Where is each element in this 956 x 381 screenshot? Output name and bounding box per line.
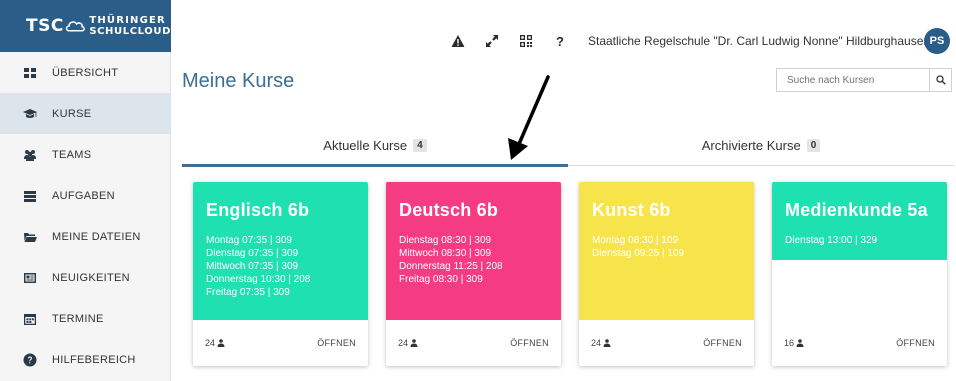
open-course-button[interactable]: ÖFFNEN bbox=[317, 338, 356, 348]
course-card-header: Englisch 6b Montag 07:35 | 309 Dienstag … bbox=[193, 182, 368, 320]
users-icon bbox=[23, 148, 37, 162]
logo-abbr: TSC bbox=[26, 16, 64, 36]
course-card-header: Deutsch 6b Dienstag 08:30 | 309 Mittwoch… bbox=[386, 182, 561, 320]
schedule-entry: Dienstag 13:00 | 329 bbox=[785, 235, 878, 246]
qr-code-icon[interactable] bbox=[518, 33, 534, 49]
course-schedule: Dienstag 13:00 | 329 bbox=[785, 234, 934, 247]
course-card-footer: 24 ÖFFNEN bbox=[579, 320, 754, 366]
calendar-icon bbox=[23, 312, 37, 326]
member-count: 24 bbox=[398, 338, 418, 348]
course-card-footer: 24 ÖFFNEN bbox=[193, 320, 368, 366]
annotation-arrow-icon bbox=[508, 75, 550, 160]
schedule-entry: Mittwoch 07:35 | 309 bbox=[206, 261, 299, 272]
sidebar-item-label: TERMINE bbox=[52, 312, 104, 325]
sidebar-item-meine-dateien[interactable]: MEINE DATEIEN bbox=[0, 216, 171, 257]
schedule-entry: Freitag 08:30 | 309 bbox=[399, 274, 483, 285]
schedule-entry: Freitag 07:35 | 309 bbox=[206, 287, 290, 298]
sidebar-item-teams[interactable]: TEAMS bbox=[0, 134, 171, 175]
sidebar-item-label: TEAMS bbox=[52, 148, 92, 161]
tab-count-badge: 4 bbox=[413, 139, 427, 152]
sidebar-item-label: ÜBERSICHT bbox=[52, 66, 119, 79]
member-count: 16 bbox=[784, 338, 804, 348]
logo[interactable]: TSC THÜRINGER SCHULCLOUD bbox=[0, 0, 171, 52]
user-icon bbox=[217, 339, 225, 347]
schedule-entry: Mittwoch 08:30 | 309 bbox=[399, 248, 492, 259]
logo-text: THÜRINGER SCHULCLOUD bbox=[89, 15, 171, 37]
search-input[interactable] bbox=[777, 69, 929, 91]
schedule-entry: Dienstag 07:35 | 309 bbox=[206, 248, 299, 259]
sidebar-nav: ÜBERSICHT KURSE TEAMS AUFGABEN MEINE DAT… bbox=[0, 52, 171, 380]
user-icon bbox=[410, 339, 418, 347]
sidebar-item-hilfebereich[interactable]: HILFEBEREICH bbox=[0, 339, 171, 380]
newspaper-icon bbox=[23, 271, 37, 285]
course-schedule: Dienstag 08:30 | 309 Mittwoch 08:30 | 30… bbox=[399, 234, 548, 286]
course-title: Medienkunde 5a bbox=[785, 200, 928, 220]
fullscreen-icon[interactable] bbox=[484, 33, 500, 49]
help-circle-icon bbox=[23, 353, 37, 367]
schedule-entry: Montag 07:35 | 309 bbox=[206, 235, 292, 246]
tab-label: Aktuelle Kurse bbox=[323, 138, 408, 153]
cloud-logo-icon bbox=[65, 21, 85, 32]
course-schedule: Montag 08:30 | 109 Dienstag 09:25 | 109 bbox=[592, 234, 741, 260]
course-title: Englisch 6b bbox=[206, 200, 310, 220]
tab-count-badge: 0 bbox=[806, 139, 821, 152]
tab-archivierte-kurse[interactable]: Archivierte Kurse 0 bbox=[568, 126, 954, 165]
course-card[interactable]: Deutsch 6b Dienstag 08:30 | 309 Mittwoch… bbox=[386, 182, 561, 366]
warning-icon[interactable] bbox=[450, 33, 466, 49]
dashboard-icon bbox=[23, 66, 37, 80]
page-title: Meine Kurse bbox=[182, 70, 295, 92]
sidebar-item-label: KURSE bbox=[52, 107, 92, 120]
sidebar-item-neuigkeiten[interactable]: NEUIGKEITEN bbox=[0, 257, 171, 298]
tasks-icon bbox=[23, 189, 37, 203]
schedule-entry: Donnerstag 11:25 | 208 bbox=[399, 261, 503, 272]
member-count: 24 bbox=[591, 338, 611, 348]
open-course-button[interactable]: ÖFFNEN bbox=[703, 338, 742, 348]
sidebar-item-kurse[interactable]: KURSE bbox=[0, 93, 171, 134]
course-title: Deutsch 6b bbox=[399, 200, 499, 220]
course-tabs: Aktuelle Kurse 4 Archivierte Kurse 0 bbox=[182, 126, 954, 167]
school-name: Staatliche Regelschule "Dr. Carl Ludwig … bbox=[588, 34, 931, 48]
topbar: ? Staatliche Regelschule "Dr. Carl Ludwi… bbox=[171, 0, 956, 60]
sidebar-item-aufgaben[interactable]: AUFGABEN bbox=[0, 175, 171, 216]
avatar[interactable]: PS bbox=[924, 28, 950, 54]
course-search bbox=[776, 68, 952, 92]
course-card-footer: 24 ÖFFNEN bbox=[386, 320, 561, 366]
course-card-footer: 16 ÖFFNEN bbox=[772, 320, 947, 366]
graduation-cap-icon bbox=[23, 107, 37, 121]
course-title: Kunst 6b bbox=[592, 200, 671, 220]
schedule-entry: Montag 08:30 | 109 bbox=[592, 235, 678, 246]
search-icon bbox=[935, 75, 946, 85]
sidebar-item-termine[interactable]: TERMINE bbox=[0, 298, 171, 339]
search-button[interactable] bbox=[929, 69, 951, 91]
course-card[interactable]: Englisch 6b Montag 07:35 | 309 Dienstag … bbox=[193, 182, 368, 366]
schedule-entry: Donnerstag 10:30 | 208 bbox=[206, 274, 311, 285]
user-icon bbox=[796, 339, 804, 347]
folder-icon bbox=[23, 230, 37, 244]
help-icon[interactable]: ? bbox=[552, 33, 568, 49]
course-card[interactable]: Medienkunde 5a Dienstag 13:00 | 329 16 Ö… bbox=[772, 182, 947, 366]
sidebar-item-label: HILFEBEREICH bbox=[52, 353, 136, 366]
sidebar-item-label: AUFGABEN bbox=[52, 189, 115, 202]
sidebar-item-label: MEINE DATEIEN bbox=[52, 230, 141, 243]
sidebar-item-uebersicht[interactable]: ÜBERSICHT bbox=[0, 52, 171, 93]
course-card[interactable]: Kunst 6b Montag 08:30 | 109 Dienstag 09:… bbox=[579, 182, 754, 366]
course-card-header: Kunst 6b Montag 08:30 | 109 Dienstag 09:… bbox=[579, 182, 754, 320]
course-card-header: Medienkunde 5a Dienstag 13:00 | 329 bbox=[772, 182, 947, 260]
open-course-button[interactable]: ÖFFNEN bbox=[510, 338, 549, 348]
member-count: 24 bbox=[205, 338, 225, 348]
sidebar-item-label: NEUIGKEITEN bbox=[52, 271, 130, 284]
course-schedule: Montag 07:35 | 309 Dienstag 07:35 | 309 … bbox=[206, 234, 355, 299]
schedule-entry: Dienstag 09:25 | 109 bbox=[592, 248, 685, 259]
schedule-entry: Dienstag 08:30 | 309 bbox=[399, 235, 492, 246]
user-icon bbox=[603, 339, 611, 347]
tab-label: Archivierte Kurse bbox=[701, 138, 801, 153]
sidebar: TSC THÜRINGER SCHULCLOUD ÜBERSICHT KURSE… bbox=[0, 0, 171, 381]
open-course-button[interactable]: ÖFFNEN bbox=[896, 338, 935, 348]
